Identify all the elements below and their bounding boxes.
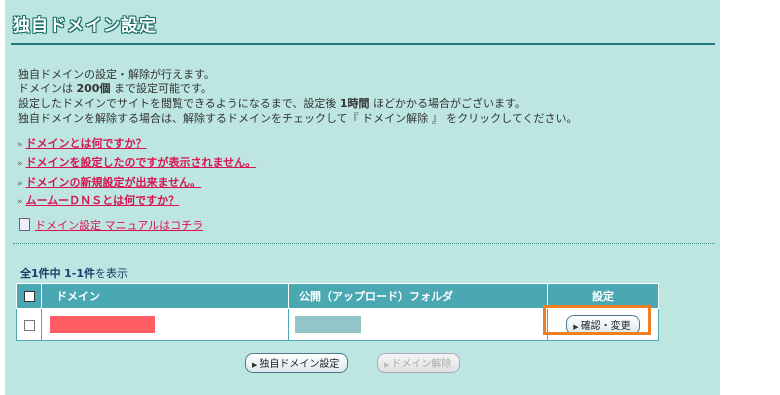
play-icon: ▶ <box>252 361 258 369</box>
desc-text: まで設定可能です。 <box>110 82 212 95</box>
count-suffix: を表示 <box>95 267 129 280</box>
highlight-box <box>543 305 651 335</box>
faq-link-not-displayed[interactable]: ドメインを設定したのですが表示されません。 <box>26 156 257 169</box>
section-divider <box>13 243 715 244</box>
arrow-icon: » <box>17 140 23 150</box>
manual-link-row: ドメイン設定 マニュアルはコチラ <box>19 217 203 233</box>
wait-time: 1時間 <box>339 97 370 110</box>
faq-link-cannot-setup[interactable]: ドメインの新規設定が出来ません。 <box>26 176 202 189</box>
faq-link-muumuu-dns[interactable]: ムームーＤＮＳとは何ですか？ <box>26 194 180 207</box>
faq-item: » ドメインを設定したのですが表示されません。 <box>17 154 256 170</box>
add-domain-label: 独自ドメイン設定 <box>259 359 340 370</box>
redacted-domain <box>50 316 155 333</box>
domain-cell <box>41 308 289 341</box>
desc-text: 設定したドメインでサイトを閲覧できるようになるまで、設定後 <box>18 97 340 110</box>
desc-text: ほどかかる場合がございます。 <box>369 97 526 110</box>
select-all-cell <box>16 283 42 309</box>
description-line-4: 独自ドメインを解除する場合は、解除するドメインをチェックして『 ドメイン解除 』… <box>18 112 578 125</box>
title-bar: 独自ドメイン設定 <box>13 11 157 36</box>
result-count: 全1件中 1-1件を表示 <box>20 265 128 281</box>
manual-link[interactable]: ドメイン設定 マニュアルはコチラ <box>35 219 203 232</box>
row-checkbox[interactable] <box>23 319 35 331</box>
arrow-icon: » <box>17 159 23 169</box>
description-line-3: 設定したドメインでサイトを閲覧できるようになるまで、設定後 1時間 ほどかかる場… <box>18 95 526 111</box>
add-domain-button[interactable]: ▶ 独自ドメイン設定 <box>245 353 349 373</box>
row-checkbox-cell <box>16 308 42 341</box>
folder-column-header: 公開（アップロード）フォルダ <box>288 283 548 309</box>
select-all-checkbox[interactable] <box>23 291 35 302</box>
description-line-2: ドメインは 200個 まで設定可能です。 <box>18 80 212 96</box>
faq-link-what-is-domain[interactable]: ドメインとは何ですか？ <box>26 137 147 150</box>
play-icon: ▶ <box>384 361 390 369</box>
domain-limit: 200個 <box>76 82 111 95</box>
arrow-icon: » <box>17 197 23 207</box>
arrow-icon: » <box>17 179 23 189</box>
main-panel: 独自ドメイン設定 独自ドメインの設定・解除が行えます。 ドメインは 200個 ま… <box>5 0 720 395</box>
title-divider <box>11 43 715 45</box>
page-title: 独自ドメイン設定 <box>13 16 157 36</box>
remove-domain-label: ドメイン解除 <box>391 359 452 370</box>
faq-item: » ドメインとは何ですか？ <box>17 135 147 151</box>
faq-item: » ドメインの新規設定が出来ません。 <box>17 174 201 190</box>
domain-column-header: ドメイン <box>41 283 289 309</box>
remove-domain-button[interactable]: ▶ ドメイン解除 <box>377 353 461 373</box>
faq-item: » ムームーＤＮＳとは何ですか？ <box>17 192 179 208</box>
desc-text: ドメインは <box>18 82 77 95</box>
redacted-folder <box>295 316 361 333</box>
folder-cell <box>288 308 548 341</box>
count-range: 1-1件 <box>64 267 96 280</box>
book-icon <box>19 218 30 231</box>
count-total: 全1件中 <box>20 267 61 280</box>
